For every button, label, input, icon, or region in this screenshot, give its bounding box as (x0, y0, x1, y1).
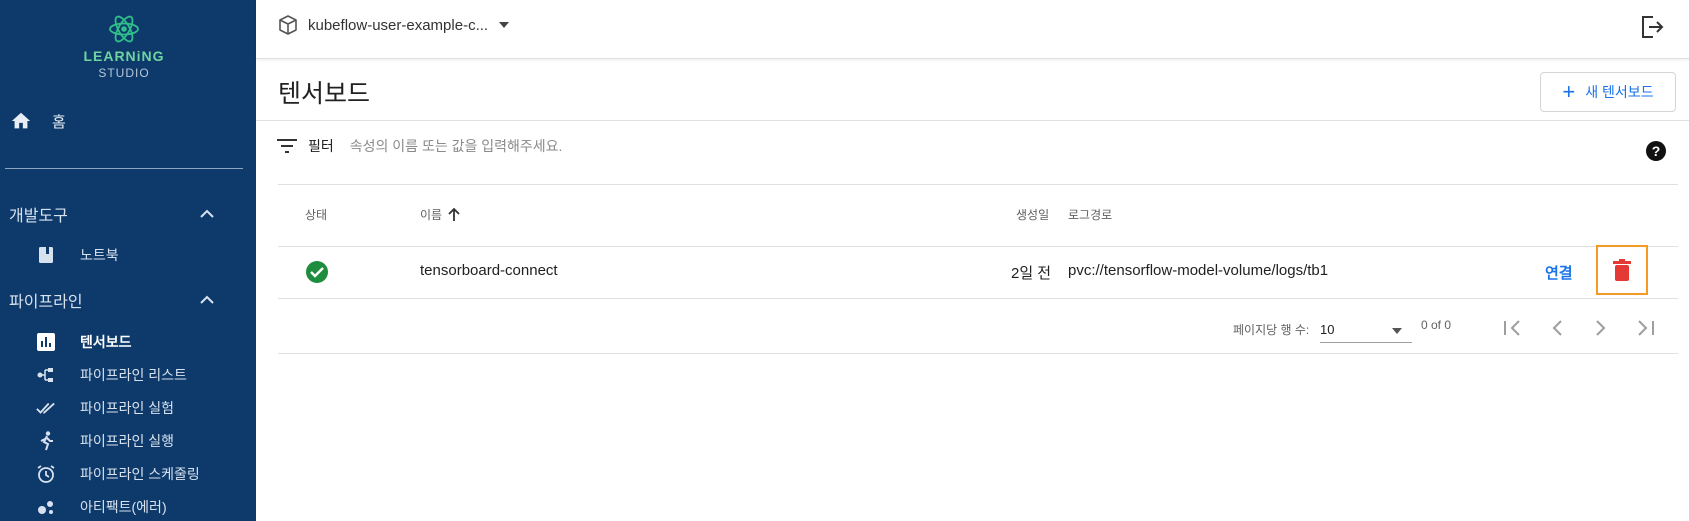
bubble-chart-icon (36, 497, 56, 517)
next-page-button[interactable] (1587, 314, 1615, 342)
sidebar-item-label: 파이프라인 실행 (80, 433, 175, 449)
last-page-icon (1638, 320, 1654, 336)
sidebar-item-label: 파이프라인 스케줄링 (80, 466, 200, 482)
app-logo: LEARNiNG STUDIO (0, 12, 248, 80)
filter-bar: 필터 (276, 136, 952, 156)
namespace-label: kubeflow-user-example-c... (308, 16, 489, 34)
column-header-status: 상태 (305, 208, 328, 222)
svg-text:?: ? (1652, 143, 1661, 159)
chevron-up-icon (200, 209, 214, 218)
logo-line2: STUDIO (98, 66, 150, 80)
connect-button[interactable]: 연결 (1545, 262, 1573, 283)
new-tensorboard-label: 새 텐서보드 (1585, 84, 1654, 100)
new-tensorboard-button[interactable]: + 새 텐서보드 (1540, 72, 1676, 112)
sidebar-item-home[interactable]: 홈 (10, 110, 66, 132)
home-icon (11, 112, 31, 129)
sidebar: LEARNiNG STUDIO 홈 개발도구 노트북 파이프라인 텐서보드 파이… (0, 0, 256, 521)
sidebar-item-pipeline-experiments[interactable]: 파이프라인 실험 (36, 398, 174, 418)
atom-logo-icon (109, 15, 139, 43)
sidebar-item-tensorboard[interactable]: 텐서보드 (36, 332, 132, 352)
sidebar-item-pipeline-scheduling[interactable]: 파이프라인 스케줄링 (36, 464, 200, 484)
trash-icon (1613, 259, 1631, 281)
sidebar-item-label: 홈 (52, 113, 66, 131)
tensorboard-name: tensorboard-connect (420, 262, 558, 279)
column-header-created: 생성일 (1016, 208, 1050, 222)
page-title: 텐서보드 (278, 80, 371, 108)
sidebar-section-devtools[interactable]: 개발도구 (9, 202, 214, 226)
logout-icon (1642, 16, 1664, 38)
previous-page-button[interactable] (1543, 314, 1571, 342)
sidebar-item-label: 아티팩트(에러) (80, 499, 167, 515)
package-icon (279, 15, 297, 35)
page-size-value: 10 (1320, 322, 1335, 337)
column-header-name-label: 이름 (420, 208, 443, 222)
section-label: 개발도구 (9, 208, 68, 225)
first-page-button[interactable] (1499, 314, 1527, 342)
delete-button[interactable] (1596, 245, 1648, 295)
last-page-button[interactable] (1631, 314, 1659, 342)
done-all-icon (36, 398, 56, 418)
sidebar-item-label: 텐서보드 (80, 334, 132, 350)
sidebar-divider (5, 168, 243, 169)
caret-down-icon (499, 22, 510, 28)
sidebar-item-pipeline-runs[interactable]: 파이프라인 실행 (36, 431, 174, 451)
help-icon: ? (1646, 141, 1666, 161)
table-header-divider (278, 246, 1678, 247)
chevron-up-icon (200, 295, 214, 304)
filter-icon (277, 139, 297, 153)
paginator-divider (278, 353, 1678, 354)
tensorboard-logpath: pvc://tensorflow-model-volume/logs/tb1 (1068, 262, 1329, 279)
tensorboard-created: 2일 전 (1011, 265, 1052, 282)
chevron-right-icon (1596, 320, 1606, 336)
sidebar-item-notebook[interactable]: 노트북 (36, 245, 119, 265)
column-header-name[interactable]: 이름 (420, 206, 460, 223)
sidebar-section-pipeline[interactable]: 파이프라인 (9, 288, 214, 312)
logout-button[interactable] (1639, 14, 1665, 45)
sidebar-item-label: 파이프라인 리스트 (80, 367, 187, 383)
sidebar-item-label: 파이프라인 실험 (80, 400, 175, 416)
filter-label: 필터 (308, 138, 334, 154)
help-button[interactable]: ? (1645, 140, 1667, 167)
first-page-icon (1504, 320, 1520, 336)
top-bar: kubeflow-user-example-c... (256, 0, 1689, 59)
book-icon (36, 245, 56, 265)
status-ready-icon (305, 260, 329, 289)
bar-chart-icon (36, 332, 56, 352)
pipeline-icon (36, 365, 56, 385)
section-label: 파이프라인 (9, 294, 83, 311)
sidebar-item-artifacts[interactable]: 아티팩트(에러) (36, 497, 167, 517)
chevron-left-icon (1552, 320, 1562, 336)
page-range: 0 of 0 (1421, 318, 1452, 332)
caret-down-icon (1392, 328, 1402, 334)
plus-icon: + (1562, 79, 1576, 104)
column-header-logpath: 로그경로 (1068, 208, 1113, 222)
logo-line1: LEARNiNG (83, 48, 165, 64)
filter-divider (278, 184, 1678, 185)
sidebar-item-pipeline-list[interactable]: 파이프라인 리스트 (36, 365, 187, 385)
filter-input[interactable] (347, 137, 952, 155)
sidebar-item-label: 노트북 (80, 247, 119, 263)
rows-per-page-label: 페이지당 행 수: (1233, 323, 1310, 337)
arrow-up-icon (448, 207, 460, 221)
header-divider (256, 120, 1689, 121)
page-size-select[interactable]: 10 (1320, 314, 1412, 343)
namespace-selector[interactable]: kubeflow-user-example-c... (278, 15, 510, 35)
alarm-icon (36, 464, 56, 484)
run-icon (36, 431, 56, 451)
table-row-divider (278, 298, 1678, 299)
